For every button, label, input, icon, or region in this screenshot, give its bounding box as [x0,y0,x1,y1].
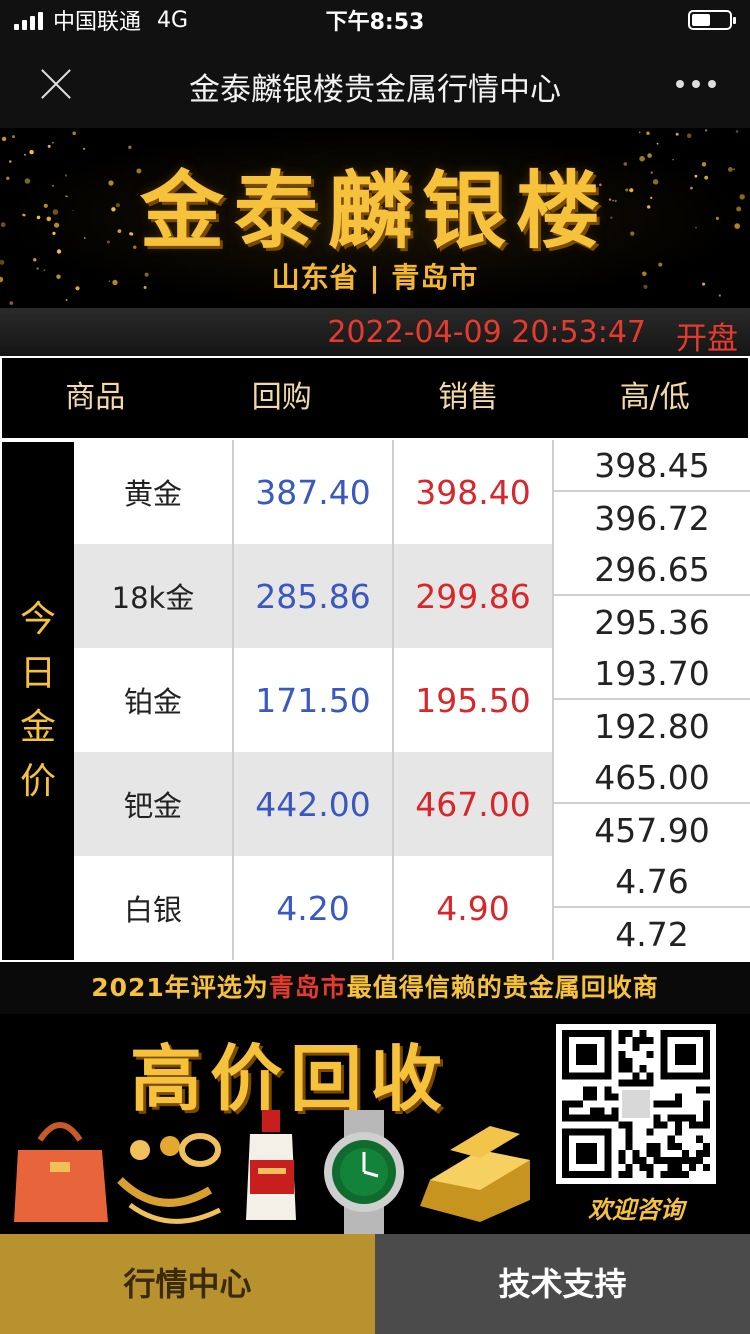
gold-bars-icon [420,1126,530,1222]
high-price: 296.65 [554,544,750,596]
buyback-price: 442.00 [234,752,394,856]
buyback-price: 285.86 [234,544,394,648]
side-label-char: 今 [19,599,56,640]
tab-tech-support[interactable]: 技术支持 [375,1234,750,1334]
status-bar: 中国联通 4G 下午8:53 [0,0,750,40]
side-label-char: 价 [19,761,56,802]
side-label-char: 日 [19,653,56,694]
qr-caption: 欢迎咨询 [588,1196,684,1224]
table-row: 钯金 442.00 467.00 465.00 457.90 [74,752,750,856]
buyback-price: 171.50 [234,648,394,752]
bottom-tab-bar: 行情中心 技术支持 [0,1234,750,1334]
product-name: 黄金 [74,440,234,544]
product-name: 白银 [74,856,234,960]
qr-code-image [562,1030,710,1178]
high-price: 465.00 [554,752,750,804]
table-row: 铂金 171.50 195.50 193.70 192.80 [74,648,750,752]
watch-icon [324,1110,404,1234]
award-suffix: 最值得信赖的贵金属回收商 [346,973,659,1002]
high-low-cell: 296.65 295.36 [554,544,750,648]
quote-status-row: 2022-04-09 20:53:47 开盘 [0,308,750,357]
header-product: 商品 [65,380,126,415]
low-price: 396.72 [554,492,750,544]
product-name: 铂金 [74,648,234,752]
table-row: 18k金 285.86 299.86 296.65 295.36 [74,544,750,648]
price-rows: 黄金 387.40 398.40 398.45 396.72 18k金 285.… [74,440,750,962]
header-sell: 销售 [438,380,499,415]
today-price-label: 今 日 金 价 [2,442,74,960]
brand-location: 山东省 | 青岛市 [271,261,479,294]
award-banner: 2021年评选为青岛市最值得信赖的贵金属回收商 [0,962,750,1014]
sell-price: 398.40 [394,440,554,544]
tab-market-center[interactable]: 行情中心 [0,1234,375,1334]
brand-logo-text: 金泰麟银楼 [139,161,610,260]
low-price: 4.72 [554,908,750,960]
handbag-icon [14,1122,108,1222]
award-prefix: 2021年评选为 [91,973,269,1002]
side-label-char: 金 [19,707,56,748]
high-price: 398.45 [554,440,750,492]
low-price: 457.90 [554,804,750,856]
market-status: 开盘 [676,321,738,357]
close-icon[interactable] [38,66,74,102]
high-low-cell: 4.76 4.72 [554,856,750,960]
table-row: 白银 4.20 4.90 4.76 4.72 [74,856,750,960]
high-price: 4.76 [554,856,750,908]
price-table-header: 商品 回购 销售 高/低 [0,356,750,440]
low-price: 295.36 [554,596,750,648]
brand-banner: 金泰麟银楼 山东省 | 青岛市 [0,128,750,308]
sell-price: 299.86 [394,544,554,648]
high-low-cell: 398.45 396.72 [554,440,750,544]
battery-icon [688,10,736,30]
sell-price: 467.00 [394,752,554,856]
low-price: 192.80 [554,700,750,752]
recycling-ad[interactable]: 高价回收 欢迎咨询 [0,1014,750,1234]
status-time: 下午8:53 [325,10,425,35]
table-row: 黄金 387.40 398.40 398.45 396.72 [74,440,750,544]
product-name: 18k金 [74,544,234,648]
products-illustration [14,1110,530,1234]
nav-bar: 金泰麟银楼贵金属行情中心 [0,40,750,128]
sell-price: 195.50 [394,648,554,752]
page-title: 金泰麟银楼贵金属行情中心 [189,72,561,106]
buyback-price: 4.20 [234,856,394,960]
qr-code[interactable] [556,1024,716,1184]
header-buyback: 回购 [251,380,312,415]
liquor-bottle-icon [246,1110,296,1220]
high-price: 193.70 [554,648,750,700]
product-name: 钯金 [74,752,234,856]
price-table: 今 日 金 价 黄金 387.40 398.40 398.45 396.72 1… [0,440,750,962]
high-low-cell: 193.70 192.80 [554,648,750,752]
header-high-low: 高/低 [619,380,690,415]
buyback-price: 387.40 [234,440,394,544]
jewelry-icon [117,1133,222,1224]
quote-datetime: 2022-04-09 20:53:47 [327,315,646,350]
high-low-cell: 465.00 457.90 [554,752,750,856]
sell-price: 4.90 [394,856,554,960]
more-icon[interactable] [676,80,716,88]
award-city: 青岛市 [268,973,347,1002]
